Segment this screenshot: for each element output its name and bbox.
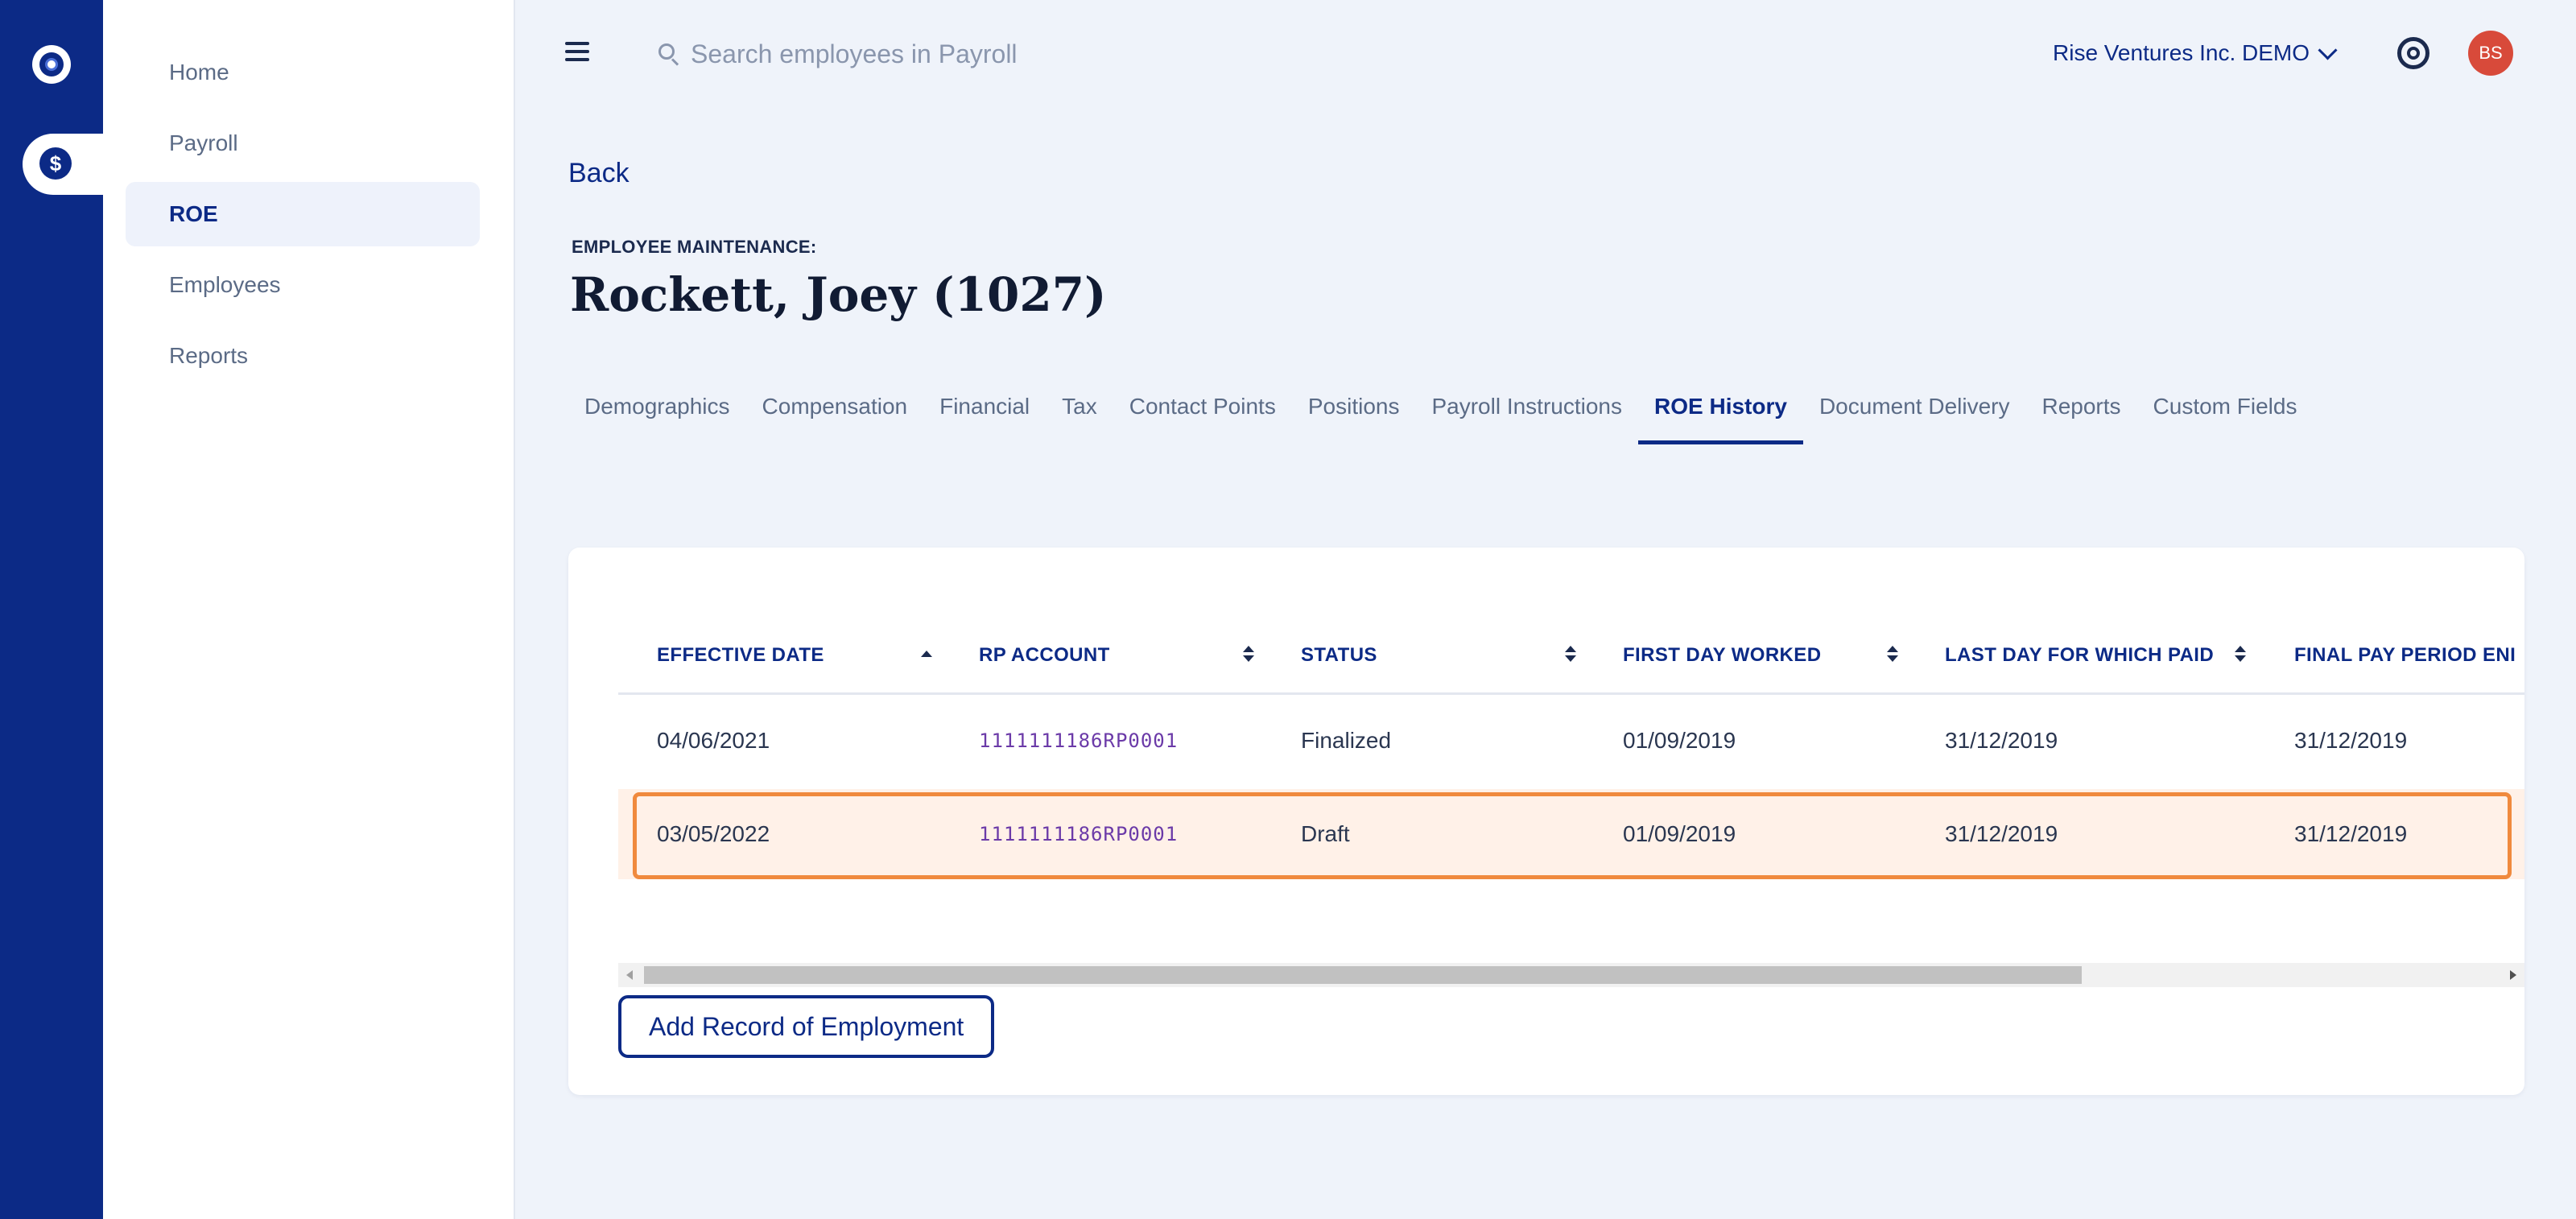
cell-status: Finalized — [1301, 728, 1392, 753]
sidebar-item-reports[interactable]: Reports — [126, 324, 480, 388]
sort-icon[interactable] — [1243, 646, 1254, 665]
tab-document-delivery[interactable]: Document Delivery — [1803, 385, 2026, 444]
scroll-right-icon[interactable] — [2510, 970, 2516, 980]
app-rail: $ — [0, 0, 103, 1219]
sidebar-item-roe[interactable]: ROE — [126, 182, 480, 246]
column-label: RP ACCOUNT — [979, 644, 1110, 666]
tab-positions[interactable]: Positions — [1292, 385, 1416, 444]
cell-effective-date: 04/06/2021 — [657, 728, 770, 753]
column-header-final-pay-period[interactable]: FINAL PAY PERIOD ENI — [2294, 633, 2516, 678]
menu-icon[interactable] — [565, 42, 589, 63]
column-header-status[interactable]: STATUS — [1301, 633, 1377, 678]
cell-rp-account: 1111111186RP0001 — [979, 729, 1179, 752]
back-link[interactable]: Back — [568, 158, 630, 189]
column-label: STATUS — [1301, 644, 1377, 666]
tab-contact-points[interactable]: Contact Points — [1113, 385, 1292, 444]
tab-roe-history[interactable]: ROE History — [1638, 385, 1803, 444]
tab-financial[interactable]: Financial — [923, 385, 1046, 444]
horizontal-scrollbar[interactable] — [618, 963, 2524, 987]
tab-payroll-instructions[interactable]: Payroll Instructions — [1415, 385, 1638, 444]
scroll-left-icon[interactable] — [626, 970, 633, 980]
column-header-first-day-worked[interactable]: FIRST DAY WORKED — [1623, 633, 1821, 678]
help-lifebuoy-icon[interactable] — [2397, 37, 2429, 69]
table-row[interactable]: 04/06/2021 1111111186RP0001 Finalized 01… — [618, 696, 2524, 786]
app-logo-icon[interactable] — [32, 45, 71, 84]
tab-demographics[interactable]: Demographics — [568, 385, 746, 444]
search-bar — [658, 34, 1256, 74]
company-selector[interactable]: Rise Ventures Inc. DEMO — [2053, 35, 2338, 71]
column-label: FIRST DAY WORKED — [1623, 644, 1822, 666]
chevron-down-icon — [2318, 39, 2338, 60]
column-label: FINAL PAY PERIOD ENI — [2294, 644, 2516, 666]
cell-first-day-worked: 01/09/2019 — [1623, 728, 1736, 753]
column-header-rp-account[interactable]: RP ACCOUNT — [979, 633, 1110, 678]
scrollbar-thumb[interactable] — [644, 966, 2082, 984]
cell-final-pay-period: 31/12/2019 — [2294, 728, 2408, 753]
sort-ascending-icon[interactable] — [921, 646, 932, 665]
page-title: Rockett, Joey (1027) — [570, 267, 1107, 322]
sort-icon[interactable] — [1565, 646, 1576, 665]
add-record-of-employment-button[interactable]: Add Record of Employment — [618, 995, 995, 1058]
page-eyebrow: EMPLOYEE MAINTENANCE: — [572, 237, 817, 257]
column-label: EFFECTIVE DATE — [657, 644, 824, 666]
search-input[interactable] — [689, 38, 1256, 70]
roe-table: EFFECTIVE DATE RP ACCOUNT STATUS FIRST D… — [618, 615, 2524, 937]
sort-icon[interactable] — [1887, 646, 1898, 665]
column-header-last-day-paid[interactable]: LAST DAY FOR WHICH PAID — [1945, 633, 2214, 678]
sidebar-item-home[interactable]: Home — [126, 40, 480, 105]
company-name: Rise Ventures Inc. DEMO — [2053, 40, 2310, 65]
tab-compensation[interactable]: Compensation — [746, 385, 924, 444]
selected-row-highlight-frame — [633, 792, 2512, 879]
cell-last-day-paid: 31/12/2019 — [1945, 728, 2058, 753]
column-header-effective-date[interactable]: EFFECTIVE DATE — [657, 633, 824, 678]
tab-custom-fields[interactable]: Custom Fields — [2137, 385, 2314, 444]
sidebar-item-payroll[interactable]: Payroll — [126, 111, 480, 176]
avatar[interactable]: BS — [2468, 31, 2513, 76]
column-label: LAST DAY FOR WHICH PAID — [1945, 644, 2215, 666]
sidebar-item-employees[interactable]: Employees — [126, 253, 480, 317]
sidebar: Home Payroll ROE Employees Reports — [103, 0, 515, 1219]
tab-tax[interactable]: Tax — [1046, 385, 1113, 444]
rail-item-payroll[interactable]: $ — [23, 134, 103, 195]
dollar-coin-icon: $ — [39, 147, 72, 180]
tab-bar: Demographics Compensation Financial Tax … — [568, 385, 2313, 444]
tab-reports[interactable]: Reports — [2025, 385, 2136, 444]
sort-icon[interactable] — [2235, 646, 2246, 665]
search-icon — [658, 43, 679, 66]
table-header: EFFECTIVE DATE RP ACCOUNT STATUS FIRST D… — [618, 615, 2524, 695]
